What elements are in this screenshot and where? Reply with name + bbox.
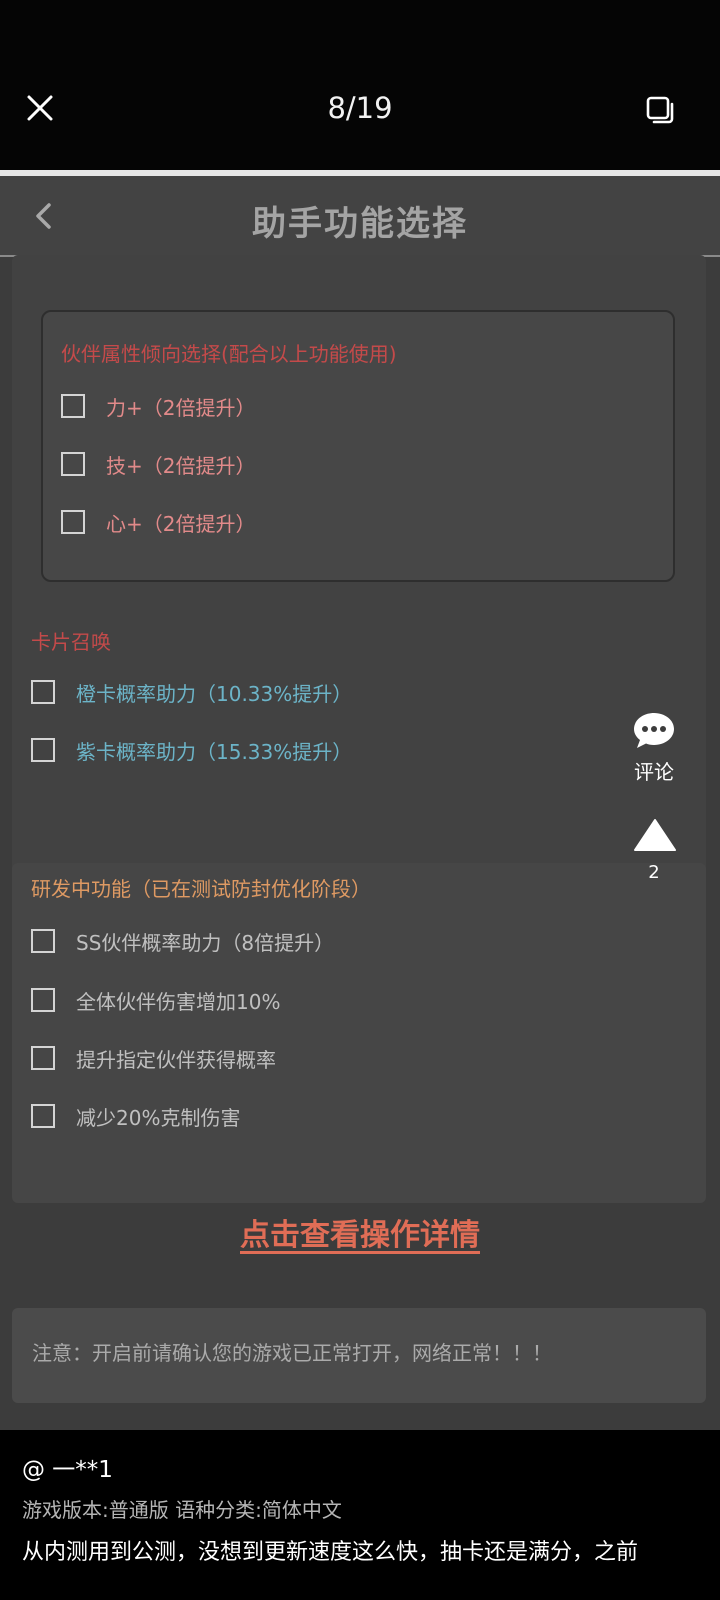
image-counter: 8/19 xyxy=(327,91,393,125)
partner-section-heading: 伙伴属性倾向选择(配合以上功能使用) xyxy=(61,342,397,366)
image-viewer-bar: 8/19 xyxy=(0,0,720,170)
copy-icon[interactable] xyxy=(644,94,676,126)
checkbox[interactable] xyxy=(31,738,55,762)
option-label: 力+（2倍提升） xyxy=(106,395,256,420)
upvote-triangle-icon[interactable] xyxy=(633,818,677,852)
option-label: 橙卡概率助力（10.33%提升） xyxy=(76,681,353,706)
notice-text: 注意：开启前请确认您的游戏已正常打开，网络正常！！！ xyxy=(32,1341,552,1365)
post-text: 从内测用到公测，没想到更新速度这么快，抽卡还是满分，之前 xyxy=(22,1540,639,1565)
comment-label: 评论 xyxy=(634,760,674,784)
option-label: SS伙伴概率助力（8倍提升） xyxy=(76,930,335,955)
option-label: 紫卡概率助力（15.33%提升） xyxy=(76,739,353,764)
checkbox[interactable] xyxy=(31,929,55,953)
option-label: 技+（2倍提升） xyxy=(106,453,256,478)
comment-icon[interactable] xyxy=(632,711,676,751)
screenshot-image: 助手功能选择 伙伴属性倾向选择(配合以上功能使用) 力+（2倍提升） 技+（2倍… xyxy=(0,170,720,1430)
checkbox[interactable] xyxy=(31,1046,55,1070)
checkbox[interactable] xyxy=(31,988,55,1012)
option-label: 减少20%克制伤害 xyxy=(76,1105,241,1130)
post-caption: @ 一**1 游戏版本:普通版 语种分类:简体中文 从内测用到公测，没想到更新速… xyxy=(0,1430,720,1600)
option-label: 心+（2倍提升） xyxy=(106,511,256,536)
upvote-count: 2 xyxy=(648,862,660,883)
author-handle[interactable]: @ 一**1 xyxy=(22,1450,113,1484)
checkbox[interactable] xyxy=(31,680,55,704)
checkbox[interactable] xyxy=(61,452,85,476)
checkbox[interactable] xyxy=(61,394,85,418)
option-ss-partner[interactable]: SS伙伴概率助力（8倍提升） xyxy=(31,926,334,956)
page-title: 助手功能选择 xyxy=(252,204,468,244)
option-heart[interactable]: 心+（2倍提升） xyxy=(61,507,255,537)
option-orange-card[interactable]: 橙卡概率助力（10.33%提升） xyxy=(31,677,352,707)
option-label: 全体伙伴伤害增加10% xyxy=(76,989,281,1014)
option-purple-card[interactable]: 紫卡概率助力（15.33%提升） xyxy=(31,735,352,765)
option-specific-partner[interactable]: 提升指定伙伴获得概率 xyxy=(31,1043,276,1073)
option-reduce-damage[interactable]: 减少20%克制伤害 xyxy=(31,1101,240,1131)
checkbox[interactable] xyxy=(31,1104,55,1128)
checkbox[interactable] xyxy=(61,510,85,534)
app-header: 助手功能选择 xyxy=(0,176,720,257)
dev-section-heading: 研发中功能（已在测试防封优化阶段） xyxy=(31,877,371,901)
view-details-link[interactable]: 点击查看操作详情 xyxy=(0,1210,720,1254)
card-section-heading: 卡片召唤 xyxy=(31,630,111,654)
dev-features-panel xyxy=(12,863,706,1203)
option-damage-up[interactable]: 全体伙伴伤害增加10% xyxy=(31,985,280,1015)
option-strength[interactable]: 力+（2倍提升） xyxy=(61,391,255,421)
option-skill[interactable]: 技+（2倍提升） xyxy=(61,449,255,479)
option-label: 提升指定伙伴获得概率 xyxy=(76,1047,276,1072)
game-meta: 游戏版本:普通版 语种分类:简体中文 xyxy=(22,1498,342,1522)
